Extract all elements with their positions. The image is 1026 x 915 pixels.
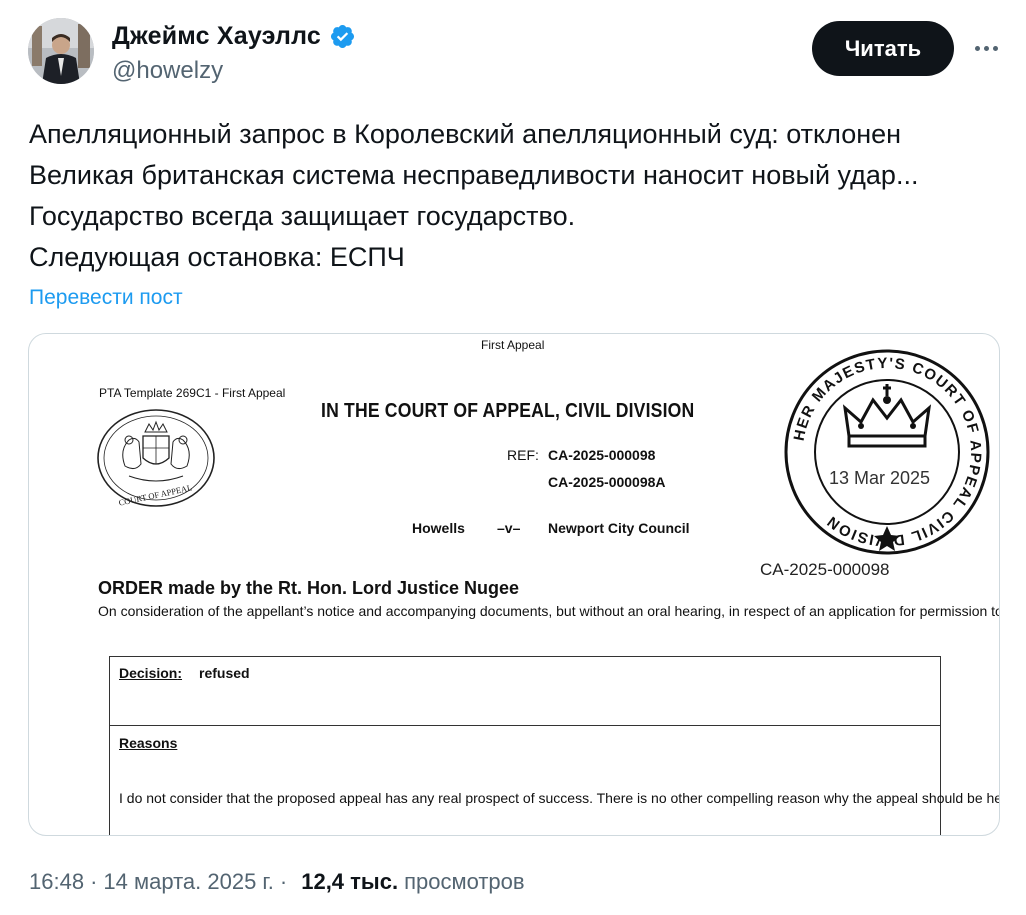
seal-text: COURT OF APPEAL [118, 482, 193, 507]
doc-party-versus: –v– [497, 520, 521, 536]
avatar[interactable] [28, 18, 94, 84]
tweet-meta: 16:48 · 14 марта. 2025 г. · 12,4 тыс. пр… [29, 869, 525, 895]
court-stamp-icon: HER MAJESTY'S COURT OF APPEAL CIVIL DIVI… [784, 349, 990, 555]
doc-party-appellant: Howells [412, 520, 465, 536]
avatar-photo [28, 18, 94, 84]
meta-separator: · [279, 869, 288, 894]
doc-ref-number: CA-2025-000098 [548, 447, 656, 463]
tweet-line: Следующая остановка: ЕСПЧ [29, 242, 405, 272]
doc-ref-number: CA-2025-000098A [548, 474, 666, 490]
author-handle[interactable]: @howelzy [112, 57, 356, 85]
doc-reasons-label: Reasons [119, 735, 178, 751]
author-info: Джеймс Хауэллс @howelzy [112, 22, 356, 85]
doc-decision-label: Decision: [119, 665, 183, 681]
doc-court-title: IN THE COURT OF APPEAL, CIVIL DIVISION [321, 400, 695, 422]
doc-header-label: First Appeal [481, 338, 545, 352]
court-seal-icon: COURT OF APPEAL [97, 409, 215, 508]
author-display-name[interactable]: Джеймс Хауэллс [112, 22, 321, 51]
crown-icon [842, 384, 932, 448]
tweet-line: Апелляционный запрос в Королевский апелл… [29, 119, 902, 149]
doc-order-title: ORDER made by the Rt. Hon. Lord Justice … [98, 578, 520, 598]
tweet-text: Апелляционный запрос в Королевский апелл… [29, 114, 1004, 278]
doc-order-body: On consideration of the appellant’s noti… [98, 603, 1000, 619]
tweet-time[interactable]: 16:48 [29, 869, 84, 895]
author-name-row: Джеймс Хауэллс [112, 22, 356, 51]
verified-badge-icon[interactable] [329, 23, 356, 50]
tweet-line: Государство всегда защищает государство. [29, 201, 576, 231]
stamp-ref-number: CA-2025-000098 [760, 560, 890, 579]
doc-decision-box [109, 656, 941, 835]
doc-template-label: PTA Template 269C1 - First Appeal [99, 386, 286, 400]
svg-text:HER MAJESTY'S COURT OF APPEAL: HER MAJESTY'S COURT OF APPEAL CIVIL DIVI… [791, 355, 985, 549]
doc-box-divider [109, 725, 941, 726]
views-label: просмотров [404, 869, 525, 894]
doc-ref-label: REF: [507, 447, 539, 463]
doc-decision-value: refused [199, 665, 250, 681]
doc-reasons-body: I do not consider that the proposed appe… [119, 790, 999, 806]
translate-post-link[interactable]: Перевести пост [29, 286, 183, 310]
tweet-line: Великая британская система несправедливо… [29, 160, 919, 190]
ellipsis-horizontal-icon[interactable] [966, 33, 1006, 63]
court-order-document: First Appeal PTA Template 269C1 - First … [29, 334, 1000, 835]
meta-separator: · [90, 869, 98, 894]
stamp-ring-text: HER MAJESTY'S COURT OF APPEAL CIVIL DIVI… [791, 355, 983, 549]
stamp-date: 13 Mar 2025 [829, 468, 931, 488]
tweet-date[interactable]: 14 марта. 2025 г. [103, 869, 274, 895]
media-image[interactable]: First Appeal PTA Template 269C1 - First … [28, 333, 1000, 836]
views-count[interactable]: 12,4 тыс. [301, 869, 398, 895]
doc-party-respondent: Newport City Council [548, 520, 690, 536]
follow-button[interactable]: Читать [812, 21, 954, 76]
